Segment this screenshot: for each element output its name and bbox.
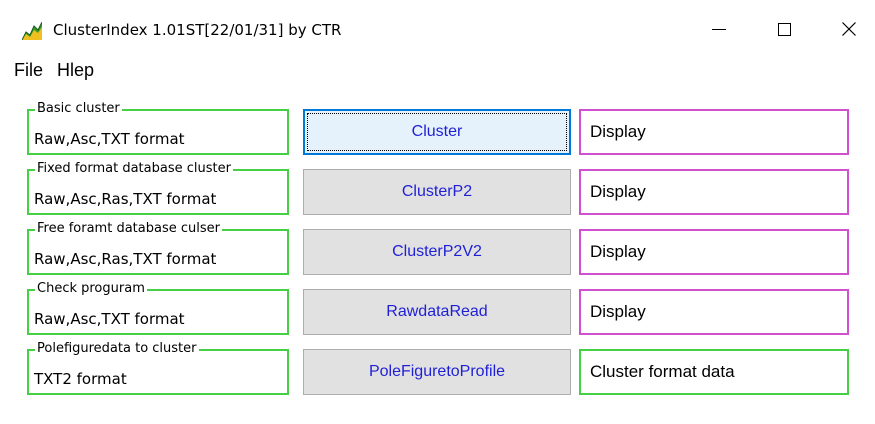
minimize-button[interactable] [690,0,748,58]
display-box-cluster: Display [579,109,849,155]
group-legend: Free foramt database culser [35,221,222,237]
display-box-clusterp2v2: Display [579,229,849,275]
window-title: ClusterIndex 1.01ST[22/01/31] by CTR [53,21,342,39]
menu-bar: File Hlep [0,58,875,84]
close-icon [842,22,856,36]
group-check-program: Check proguram Raw,Asc,TXT format [27,281,289,335]
group-basic-cluster: Basic cluster Raw,Asc,TXT format [27,101,289,155]
group-format-label: Raw,Asc,Ras,TXT format [34,250,217,268]
close-button[interactable] [820,0,875,58]
title-bar: ClusterIndex 1.01ST[22/01/31] by CTR [0,0,875,58]
cluster-button[interactable]: Cluster [303,109,571,155]
app-chart-icon [22,22,42,40]
group-format-label: Raw,Asc,TXT format [34,130,185,148]
display-box-cluster-format: Cluster format data [579,349,849,395]
group-format-label: Raw,Asc,Ras,TXT format [34,190,217,208]
clusterp2v2-button[interactable]: ClusterP2V2 [303,229,571,275]
group-legend: Fixed format database cluster [35,161,233,177]
group-fixed-format-cluster: Fixed format database cluster Raw,Asc,Ra… [27,161,289,215]
maximize-button[interactable] [755,0,813,58]
rawdataread-button[interactable]: RawdataRead [303,289,571,335]
group-legend: Check proguram [35,281,147,297]
group-format-label: TXT2 format [34,370,127,388]
group-format-label: Raw,Asc,TXT format [34,310,185,328]
group-legend: Basic cluster [35,101,122,117]
clusterp2-button[interactable]: ClusterP2 [303,169,571,215]
group-free-format-cluster: Free foramt database culser Raw,Asc,Ras,… [27,221,289,275]
maximize-icon [777,22,791,36]
group-legend: Polefiguredata to cluster [35,341,199,357]
display-box-clusterp2: Display [579,169,849,215]
app-window: ClusterIndex 1.01ST[22/01/31] by CTR Fil… [0,0,875,424]
polefiguretoprofile-button[interactable]: PoleFiguretoProfile [303,349,571,395]
group-polefigure-cluster: Polefiguredata to cluster TXT2 format [27,341,289,395]
display-box-rawdataread: Display [579,289,849,335]
menu-file[interactable]: File [14,60,43,81]
menu-help[interactable]: Hlep [57,60,94,81]
minimize-icon [712,28,726,30]
